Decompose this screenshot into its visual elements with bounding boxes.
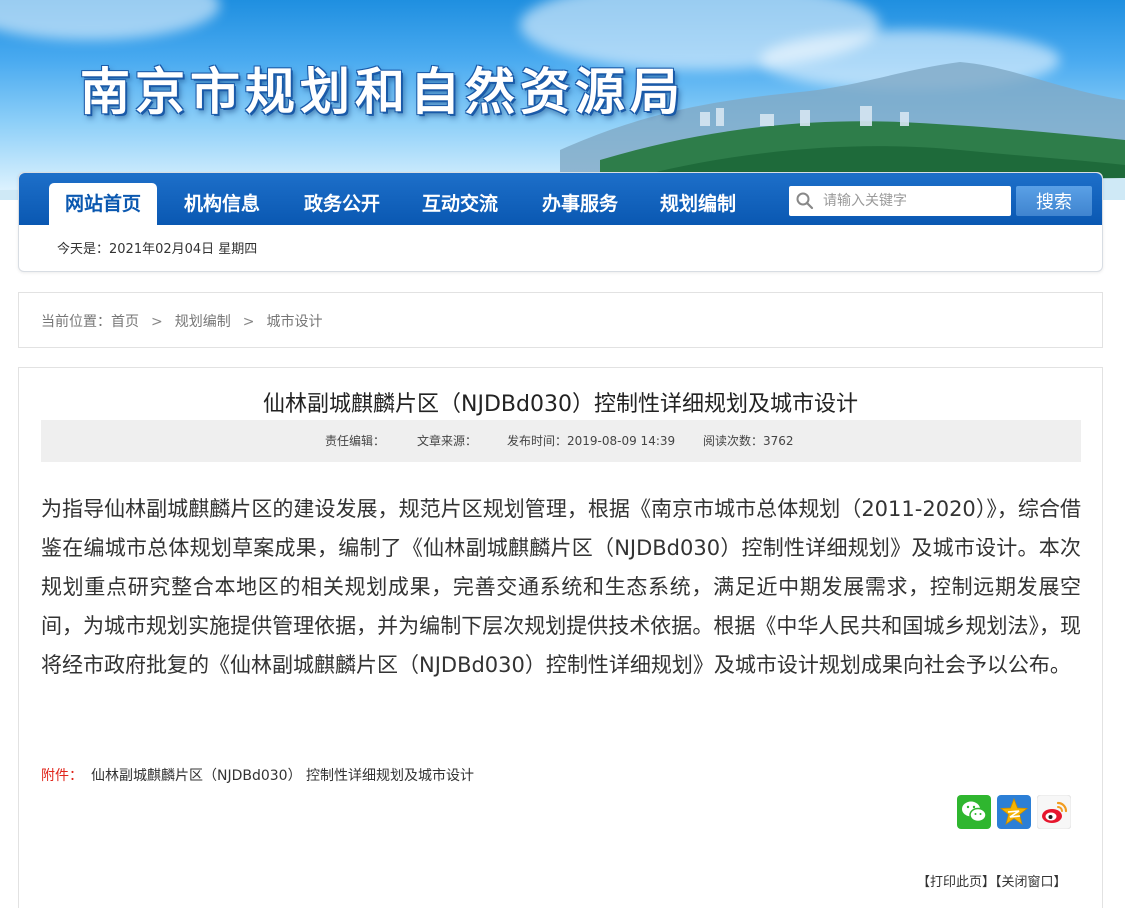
search-button[interactable]: 搜索 <box>1016 186 1092 216</box>
article-title: 仙林副城麒麟片区（NJDBd030）控制性详细规划及城市设计 <box>263 392 858 417</box>
nav-item-interaction[interactable]: 互动交流 <box>405 183 515 225</box>
breadcrumb: 当前位置：首页 > 规划编制 > 城市设计 <box>41 311 322 331</box>
nav-item-government-affairs[interactable]: 政务公开 <box>287 183 397 225</box>
meta-source: 文章来源： <box>417 434 478 448</box>
article-meta: 责任编辑： 文章来源： 发布时间：2019-08-09 14:39 阅读次数：3… <box>41 420 1081 462</box>
nav-item-services[interactable]: 办事服务 <box>525 183 635 225</box>
breadcrumb-item-planning[interactable]: 规划编制 <box>175 314 231 330</box>
current-date: 今天是：2021年02月04日 星期四 <box>57 242 258 257</box>
nav-panel: 网站首页 机构信息 政务公开 互动交流 办事服务 规划编制 搜索 今天是：202… <box>18 172 1103 272</box>
meta-published: 发布时间：2019-08-09 14:39 <box>507 434 676 448</box>
search-input[interactable] <box>823 186 1007 216</box>
main-nav: 网站首页 机构信息 政务公开 互动交流 办事服务 规划编制 搜索 <box>19 173 1102 225</box>
weibo-icon[interactable] <box>1037 795 1071 829</box>
site-title: 南京市规划和自然资源局 <box>80 62 685 121</box>
meta-editor: 责任编辑： <box>325 434 386 448</box>
nav-item-organization[interactable]: 机构信息 <box>167 183 277 225</box>
attachment-link[interactable]: 仙林副城麒麟片区（NJDBd030） 控制性详细规划及城市设计 <box>91 768 474 784</box>
attachment: 附件： 仙林副城麒麟片区（NJDBd030） 控制性详细规划及城市设计 <box>41 765 474 785</box>
search-icon <box>796 192 814 210</box>
breadcrumb-item-home[interactable]: 首页 <box>111 314 139 330</box>
header-banner: 南京市规划和自然资源局 <box>0 0 1125 200</box>
article-panel: 仙林副城麒麟片区（NJDBd030）控制性详细规划及城市设计 责任编辑： 文章来… <box>18 367 1103 908</box>
breadcrumb-separator: > <box>151 314 163 330</box>
qzone-icon[interactable] <box>997 795 1031 829</box>
search-box <box>789 186 1011 216</box>
print-page-link[interactable]: 【打印此页】 <box>917 875 995 890</box>
breadcrumb-panel: 当前位置：首页 > 规划编制 > 城市设计 <box>18 292 1103 348</box>
breadcrumb-separator: > <box>242 314 255 330</box>
close-window-link[interactable]: 【关闭窗口】 <box>995 875 1067 890</box>
breadcrumb-item-urban-design[interactable]: 城市设计 <box>266 314 322 330</box>
breadcrumb-prefix: 当前位置： <box>41 314 111 330</box>
meta-views: 阅读次数：3762 <box>703 434 794 448</box>
attachment-label: 附件： <box>41 768 83 784</box>
nav-item-home[interactable]: 网站首页 <box>49 183 157 225</box>
article-body: 为指导仙林副城麒麟片区的建设发展，规范片区规划管理，根据《南京市城市总体规划（2… <box>41 497 1081 677</box>
wechat-icon[interactable] <box>957 795 991 829</box>
page-actions: 【打印此页】【关闭窗口】 <box>917 871 1067 890</box>
nav-item-planning[interactable]: 规划编制 <box>643 183 753 225</box>
